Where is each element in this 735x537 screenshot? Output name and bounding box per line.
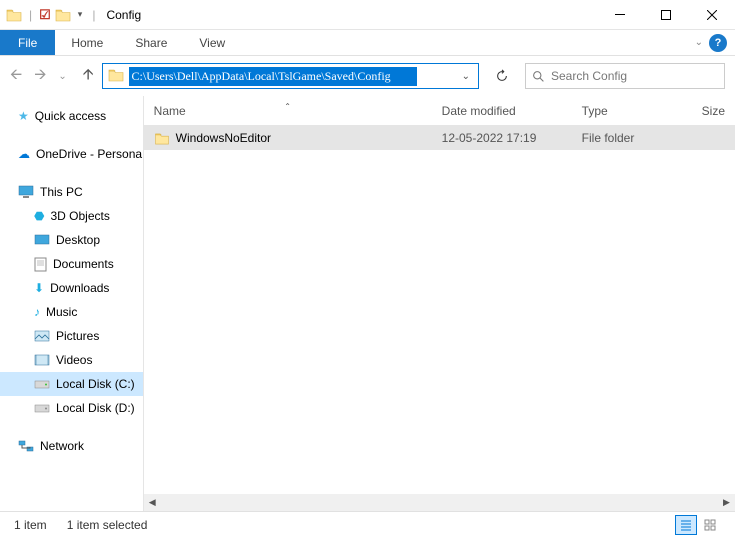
- chevron-down-icon[interactable]: ▾: [75, 9, 86, 20]
- close-button[interactable]: [689, 0, 735, 30]
- picture-icon: [34, 330, 50, 342]
- navigation-pane: ★ Quick access ☁ OneDrive - Persona This…: [0, 96, 144, 511]
- search-box[interactable]: Search Config: [525, 63, 725, 89]
- sidebar-item-music[interactable]: ♪ Music: [0, 300, 143, 324]
- column-date[interactable]: Date modified: [432, 104, 572, 118]
- search-icon: [532, 70, 545, 83]
- forward-button[interactable]: 🡪: [34, 64, 46, 89]
- column-name[interactable]: Name ⌃: [144, 104, 432, 118]
- quick-access-toolbar: | ☑ ▾ |: [0, 7, 98, 23]
- folder-icon: [55, 8, 71, 22]
- details-view-icon: [680, 519, 692, 531]
- address-bar[interactable]: ⌄: [102, 63, 479, 89]
- scroll-left-icon[interactable]: ◀: [144, 494, 161, 511]
- file-row[interactable]: WindowsNoEditor 12-05-2022 17:19 File fo…: [144, 126, 735, 150]
- sidebar-item-3d-objects[interactable]: ⬣ 3D Objects: [0, 204, 143, 228]
- file-name: WindowsNoEditor: [176, 131, 271, 145]
- navigation-bar: 🡨 🡪 ⌄ 🡩 ⌄ Search Config: [0, 56, 735, 96]
- body: ★ Quick access ☁ OneDrive - Persona This…: [0, 96, 735, 511]
- cloud-icon: ☁: [18, 147, 30, 161]
- search-placeholder: Search Config: [551, 69, 627, 83]
- file-tab[interactable]: File: [0, 30, 55, 55]
- drive-icon: [34, 378, 50, 390]
- icon-3d: ⬣: [34, 209, 44, 223]
- refresh-button[interactable]: [487, 63, 517, 89]
- document-icon: [34, 257, 47, 272]
- check-icon[interactable]: ☑: [39, 7, 51, 23]
- file-date: 12-05-2022 17:19: [432, 131, 572, 145]
- status-bar: 1 item 1 item selected: [0, 511, 735, 537]
- network-icon: [18, 439, 34, 453]
- download-icon: ⬇: [34, 281, 44, 295]
- icons-view-icon: [704, 519, 716, 531]
- tab-share[interactable]: Share: [119, 30, 183, 55]
- folder-icon: [103, 68, 129, 85]
- refresh-icon: [495, 69, 509, 83]
- status-item-count: 1 item: [14, 518, 47, 532]
- file-list[interactable]: WindowsNoEditor 12-05-2022 17:19 File fo…: [144, 126, 735, 494]
- sidebar-item-local-disk-c[interactable]: Local Disk (C:): [0, 372, 143, 396]
- sidebar-item-quick-access[interactable]: ★ Quick access: [0, 104, 143, 128]
- window-title: Config: [98, 8, 141, 22]
- column-size[interactable]: Size: [692, 104, 735, 118]
- star-icon: ★: [18, 109, 29, 123]
- up-button[interactable]: 🡩: [83, 64, 94, 89]
- view-icons-button[interactable]: [699, 515, 721, 535]
- content-pane: Name ⌃ Date modified Type Size WindowsNo…: [144, 96, 735, 511]
- back-button[interactable]: 🡨: [10, 64, 22, 89]
- status-selected-count: 1 item selected: [67, 518, 148, 532]
- chevron-down-icon[interactable]: ⌄: [695, 37, 703, 48]
- column-headers: Name ⌃ Date modified Type Size: [144, 96, 735, 126]
- tab-view[interactable]: View: [183, 30, 241, 55]
- sidebar-item-network[interactable]: Network: [0, 434, 143, 458]
- minimize-icon: [615, 14, 625, 15]
- title-bar: | ☑ ▾ | Config: [0, 0, 735, 30]
- horizontal-scrollbar[interactable]: ◀ ▶: [144, 494, 735, 511]
- sidebar-item-desktop[interactable]: Desktop: [0, 228, 143, 252]
- pc-icon: [18, 185, 34, 199]
- sort-caret-icon: ⌃: [284, 102, 291, 111]
- file-type: File folder: [572, 131, 692, 145]
- sidebar-item-pictures[interactable]: Pictures: [0, 324, 143, 348]
- maximize-button[interactable]: [643, 0, 689, 30]
- folder-icon: [6, 8, 22, 22]
- drive-icon: [34, 402, 50, 414]
- view-details-button[interactable]: [675, 515, 697, 535]
- window-controls: [597, 0, 735, 30]
- help-button[interactable]: ?: [709, 34, 727, 52]
- separator: |: [26, 8, 35, 22]
- sidebar-item-documents[interactable]: Documents: [0, 252, 143, 276]
- close-icon: [707, 10, 717, 20]
- chevron-down-icon[interactable]: ⌄: [454, 71, 478, 82]
- maximize-icon: [661, 10, 671, 20]
- desktop-icon: [34, 234, 50, 246]
- sidebar-item-onedrive[interactable]: ☁ OneDrive - Persona: [0, 142, 143, 166]
- scroll-right-icon[interactable]: ▶: [718, 494, 735, 511]
- ribbon-tabs: File Home Share View ⌄ ?: [0, 30, 735, 56]
- column-type[interactable]: Type: [572, 104, 692, 118]
- separator: |: [89, 8, 98, 22]
- tab-home[interactable]: Home: [55, 30, 119, 55]
- sidebar-item-videos[interactable]: Videos: [0, 348, 143, 372]
- video-icon: [34, 354, 50, 366]
- minimize-button[interactable]: [597, 0, 643, 30]
- folder-icon: [154, 132, 170, 145]
- sidebar-item-this-pc[interactable]: This PC: [0, 180, 143, 204]
- history-dropdown[interactable]: ⌄: [58, 71, 66, 82]
- address-input[interactable]: [129, 67, 417, 86]
- music-icon: ♪: [34, 305, 40, 319]
- sidebar-item-downloads[interactable]: ⬇ Downloads: [0, 276, 143, 300]
- sidebar-item-local-disk-d[interactable]: Local Disk (D:): [0, 396, 143, 420]
